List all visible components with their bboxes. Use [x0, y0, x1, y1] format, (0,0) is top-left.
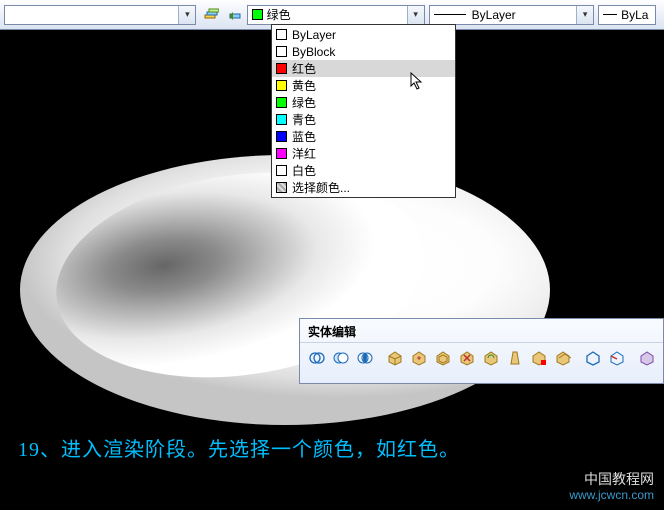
- taper-face-icon[interactable]: [504, 347, 526, 369]
- subtract-icon[interactable]: [330, 347, 352, 369]
- linetype-preview-icon: [434, 14, 466, 15]
- chevron-down-icon: ▾: [407, 6, 424, 24]
- panel-title: 实体编辑: [300, 319, 663, 343]
- linetype-combo-value: ByLayer: [472, 8, 516, 22]
- color-option-white[interactable]: 白色: [272, 162, 455, 179]
- watermark-url: www.jcwcn.com: [569, 488, 654, 504]
- color-option-magenta[interactable]: 洋红: [272, 145, 455, 162]
- solid-edit-panel: 实体编辑: [299, 318, 664, 384]
- color-option-cyan[interactable]: 青色: [272, 111, 455, 128]
- color-option-green[interactable]: 绿色: [272, 94, 455, 111]
- chevron-down-icon: ▾: [576, 6, 593, 24]
- color-option-red[interactable]: 红色: [272, 60, 455, 77]
- watermark: 中国教程网 www.jcwcn.com: [569, 470, 654, 504]
- move-face-icon[interactable]: [408, 347, 430, 369]
- color-edge-icon[interactable]: [582, 347, 604, 369]
- offset-face-icon[interactable]: [432, 347, 454, 369]
- linetype-combo[interactable]: ByLayer ▾: [429, 5, 594, 25]
- extrude-face-icon[interactable]: [384, 347, 406, 369]
- color-face-icon[interactable]: [528, 347, 550, 369]
- copy-edge-icon[interactable]: [606, 347, 628, 369]
- color-option-select[interactable]: 选择颜色...: [272, 179, 455, 196]
- lineweight-preview-icon: [603, 14, 617, 15]
- layer-previous-icon[interactable]: [224, 4, 245, 26]
- lineweight-combo[interactable]: ByLa: [598, 5, 656, 25]
- watermark-cn: 中国教程网: [569, 470, 654, 488]
- color-combo[interactable]: 绿色 ▾: [247, 5, 425, 25]
- clean-icon[interactable]: [660, 347, 664, 369]
- color-dropdown: ByLayer ByBlock 红色 黄色 绿色 青色 蓝色 洋红 白色 选择颜…: [271, 24, 456, 198]
- panel-toolbar: [300, 343, 663, 373]
- color-option-byblock[interactable]: ByBlock: [272, 43, 455, 60]
- color-combo-value: 绿色: [267, 6, 291, 23]
- color-option-yellow[interactable]: 黄色: [272, 77, 455, 94]
- imprint-icon[interactable]: [636, 347, 658, 369]
- color-swatch-icon: [252, 9, 263, 20]
- chevron-down-icon: ▾: [178, 6, 195, 24]
- color-option-blue[interactable]: 蓝色: [272, 128, 455, 145]
- tutorial-caption: 19、进入渲染阶段。先选择一个颜色，如红色。: [18, 433, 460, 462]
- rotate-face-icon[interactable]: [480, 347, 502, 369]
- layer-combo[interactable]: ▾: [4, 5, 196, 25]
- intersect-icon[interactable]: [354, 347, 376, 369]
- delete-face-icon[interactable]: [456, 347, 478, 369]
- lineweight-combo-value: ByLa: [621, 8, 648, 22]
- copy-face-icon[interactable]: [552, 347, 574, 369]
- layer-properties-icon[interactable]: [200, 4, 221, 26]
- union-icon[interactable]: [306, 347, 328, 369]
- color-option-bylayer[interactable]: ByLayer: [272, 26, 455, 43]
